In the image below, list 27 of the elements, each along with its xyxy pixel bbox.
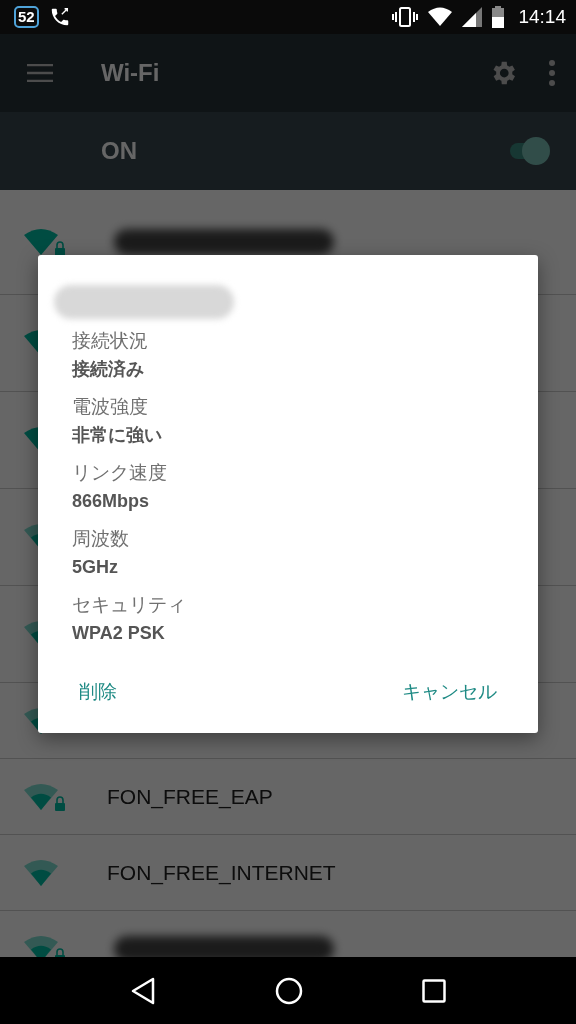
- field-label: 周波数: [72, 527, 130, 551]
- network-name[interactable]: FON_FREE_INTERNET: [107, 860, 336, 885]
- vibrate-icon: [392, 6, 419, 28]
- battery-icon: [492, 6, 505, 28]
- switch-label: ON: [101, 137, 137, 165]
- home-icon[interactable]: [275, 976, 303, 1005]
- forget-button[interactable]: 削除: [71, 673, 125, 711]
- recents-icon[interactable]: [422, 978, 447, 1003]
- cancel-button[interactable]: キャンセル: [394, 673, 505, 711]
- network-name[interactable]: FON_FREE_EAP: [107, 784, 273, 809]
- field-value: 866Mbps: [72, 490, 151, 513]
- notification-count-badge: 52: [14, 6, 39, 28]
- field-value: 5GHz: [72, 556, 119, 579]
- signal-icon: [462, 7, 483, 27]
- back-icon[interactable]: [129, 976, 156, 1005]
- field-label: 接続状況: [72, 329, 149, 353]
- more-options-icon[interactable]: [548, 60, 556, 86]
- field-value: WPA2 PSK: [72, 622, 166, 645]
- field-value: 非常に強い: [72, 424, 163, 447]
- field-value: 接続済み: [72, 358, 145, 381]
- field-label: セキュリティ: [72, 593, 187, 617]
- field-label: 電波強度: [72, 395, 149, 419]
- wifi-icon: [428, 7, 453, 27]
- clock-time: 14:14: [518, 6, 566, 28]
- menu-icon[interactable]: [27, 64, 53, 82]
- field-label: リンク速度: [72, 461, 168, 485]
- screen-title: Wi-Fi: [101, 59, 160, 87]
